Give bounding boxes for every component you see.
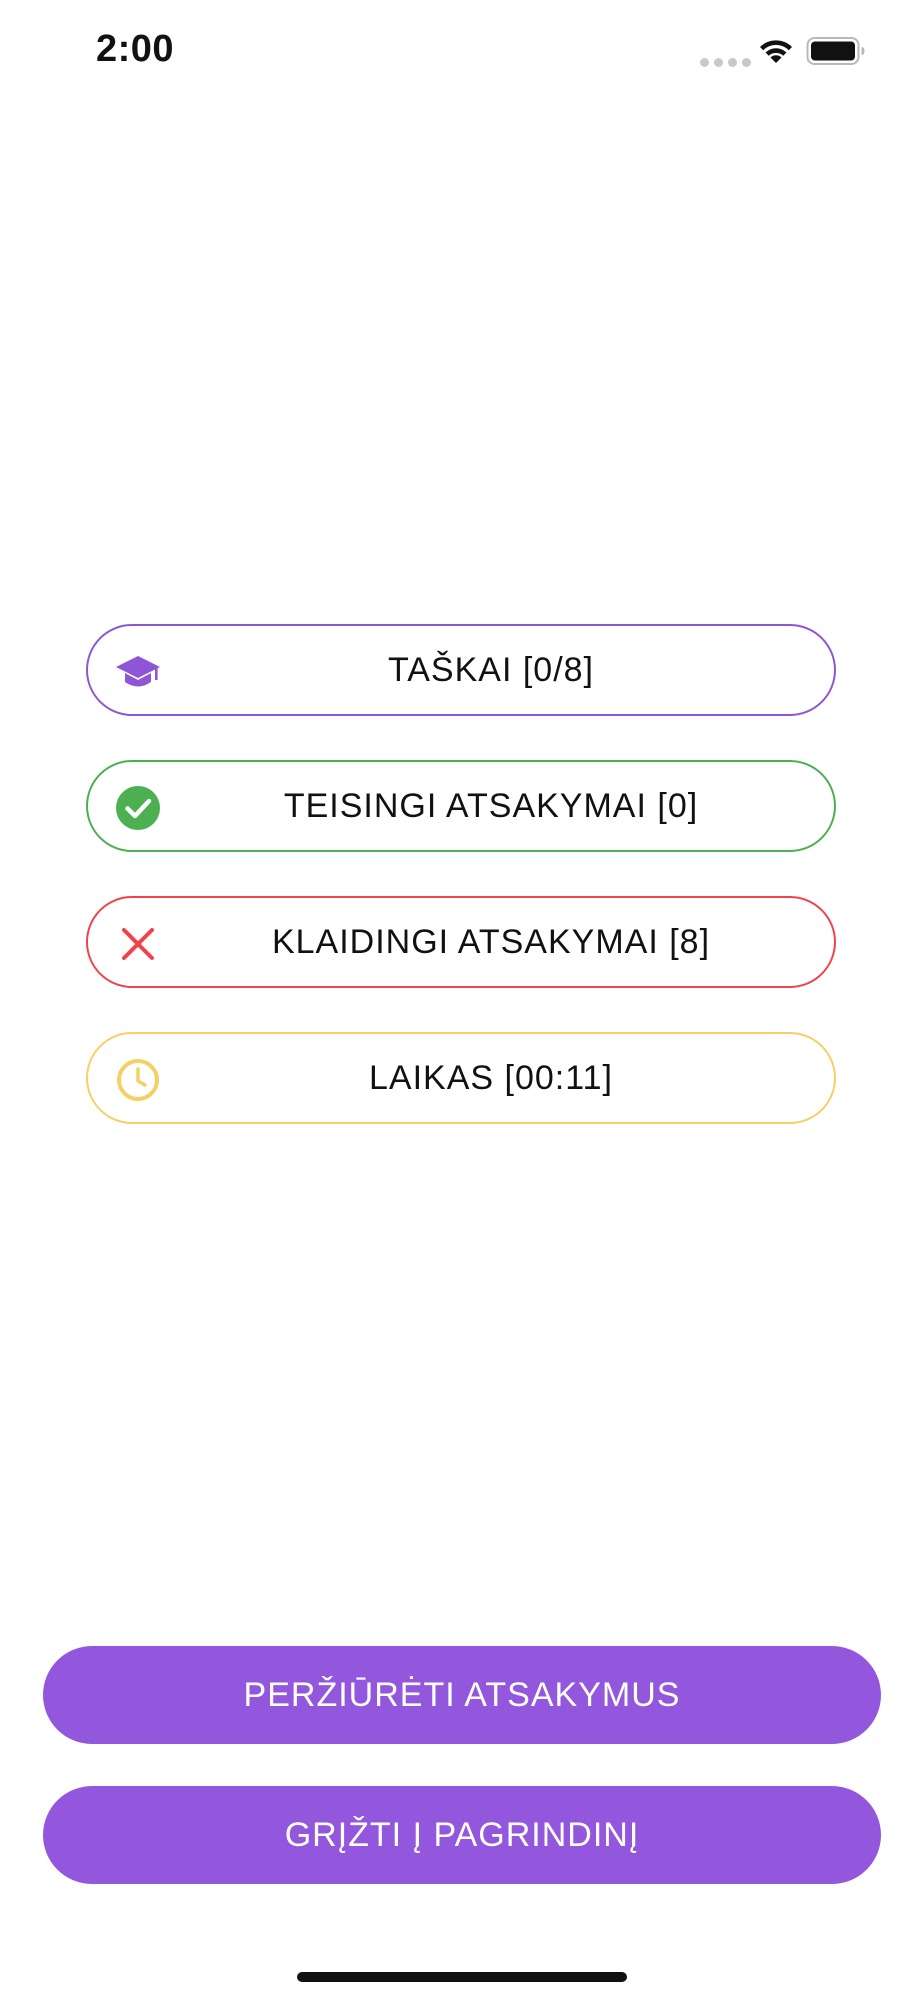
wifi-icon xyxy=(760,40,792,63)
status-time: 2:00 xyxy=(96,28,175,70)
cellular-signal-icon xyxy=(700,58,751,67)
check-circle-icon xyxy=(116,786,160,830)
return-home-button[interactable]: GRĮŽTI Į PAGRINDINĮ xyxy=(43,1786,881,1884)
time-stat: LAIKAS [00:11] xyxy=(86,1032,836,1124)
score-label: TAŠKAI [0/8] xyxy=(387,651,594,689)
clock-icon xyxy=(117,1059,159,1101)
correct-answers-label: TEISINGI ATSAKYMAI [0] xyxy=(283,787,699,825)
battery-icon xyxy=(806,37,865,65)
graduation-cap-icon xyxy=(116,656,160,687)
time-label: LAIKAS [00:11] xyxy=(369,1059,613,1097)
correct-answers-stat: TEISINGI ATSAKYMAI [0] xyxy=(86,760,836,852)
status-bar: 2:00 xyxy=(0,0,924,110)
close-icon xyxy=(122,928,154,960)
wrong-answers-stat: KLAIDINGI ATSAKYMAI [8] xyxy=(86,896,836,988)
review-answers-button[interactable]: PERŽIŪRĖTI ATSAKYMUS xyxy=(43,1646,881,1744)
home-indicator[interactable] xyxy=(297,1972,627,1982)
wrong-answers-label: KLAIDINGI ATSAKYMAI [8] xyxy=(271,923,711,961)
score-stat: TAŠKAI [0/8] xyxy=(86,624,836,716)
